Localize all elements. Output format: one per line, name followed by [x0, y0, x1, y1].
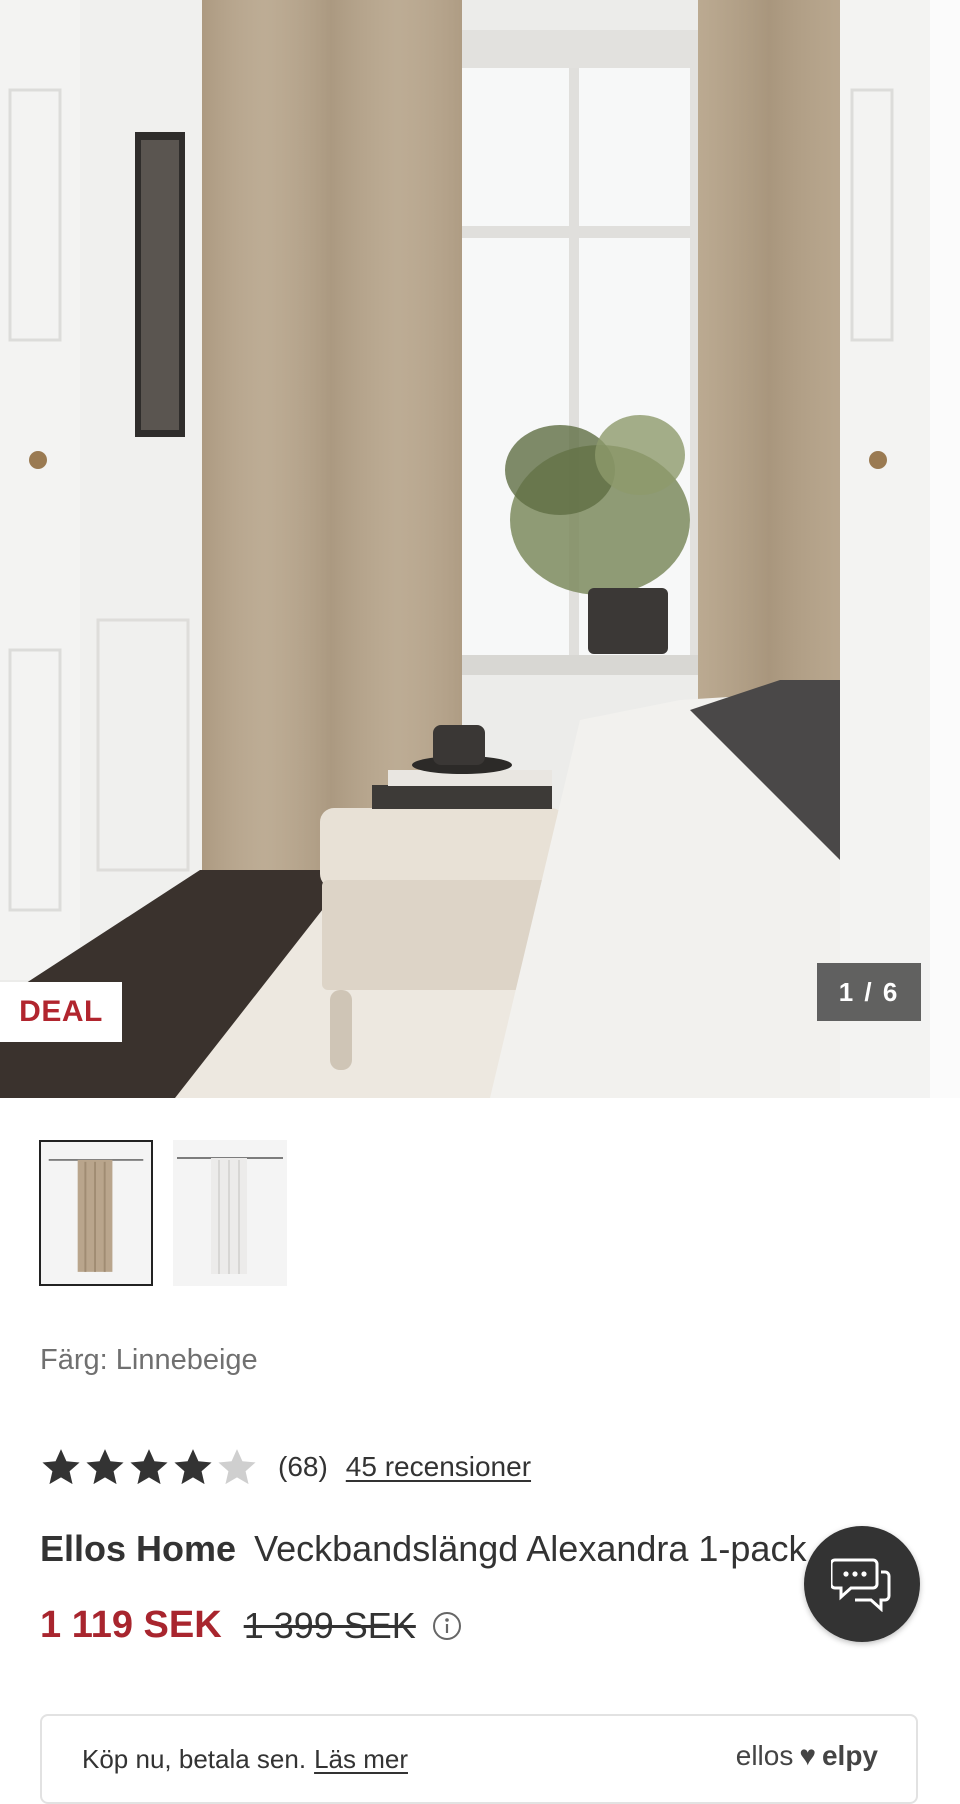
image-counter: 1 / 6 [817, 963, 921, 1021]
selected-color: Färg: Linnebeige [40, 1344, 258, 1376]
chat-button[interactable] [804, 1526, 920, 1642]
star-filled-icon [42, 1449, 80, 1485]
chat-icon [831, 1558, 891, 1612]
deal-badge: DEAL [0, 982, 122, 1042]
pay-later-banner: Köp nu, betala sen. Läs mer ellos ♥ elpy [40, 1714, 918, 1804]
logo-elpy: elpy [821, 1740, 878, 1771]
reviews-link[interactable]: 45 recensioner [346, 1451, 531, 1483]
star-filled-icon [174, 1449, 212, 1485]
rating-count: (68) [278, 1451, 328, 1482]
rating-row: (68) 45 recensioner [40, 1446, 531, 1488]
brand-name[interactable]: Ellos Home [40, 1528, 236, 1569]
product-name: Veckbandslängd Alexandra 1-pack [254, 1528, 807, 1569]
star-rating [40, 1446, 258, 1488]
thumbnail-linnebeige[interactable] [39, 1140, 153, 1286]
star-empty-icon [218, 1449, 256, 1485]
curtain-beige-thumbnail-image [48, 1159, 144, 1272]
sale-price: 1 119 SEK [40, 1604, 222, 1646]
star-filled-icon [130, 1449, 168, 1485]
bedroom-photo [0, 0, 960, 1098]
logo-ellos: ellos [735, 1740, 794, 1771]
thumbnail-white[interactable] [173, 1140, 287, 1286]
heart-icon: ♥ [799, 1740, 816, 1771]
product-image[interactable]: DEAL 1 / 6 [0, 0, 960, 1098]
ellos-elpy-logo: ellos ♥ elpy [736, 1740, 878, 1772]
read-more-link[interactable]: Läs mer [314, 1744, 408, 1774]
price-row: 1 119 SEK 1 399 SEK [40, 1604, 462, 1647]
thumbnail-list [39, 1140, 287, 1286]
curtain-white-thumbnail-image [177, 1157, 283, 1274]
star-filled-icon [86, 1449, 124, 1485]
pay-later-message: Köp nu, betala sen. [82, 1744, 307, 1774]
info-icon[interactable] [432, 1611, 462, 1641]
pay-later-text: Köp nu, betala sen. Läs mer [82, 1744, 408, 1775]
original-price: 1 399 SEK [243, 1604, 416, 1646]
